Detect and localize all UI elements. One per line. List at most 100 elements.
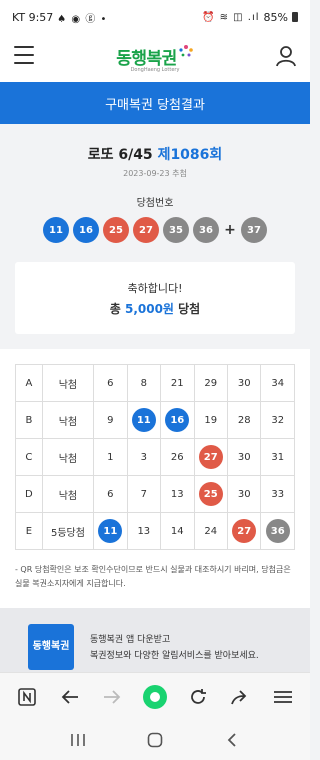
status-time: KT 9:57 <box>12 10 54 24</box>
prize-prefix: 총 <box>109 302 125 316</box>
app-header: 동행복권 DongHaeng Lottery <box>0 34 310 82</box>
draw-date: 2023-09-23 추첨 <box>123 169 187 178</box>
hamburger-menu-icon[interactable] <box>14 46 34 64</box>
matched-number: 27 <box>198 445 223 469</box>
logo[interactable]: 동행복권 DongHaeng Lottery <box>116 44 194 73</box>
app-download-banner[interactable]: 동행 복권 동행복권 앱 다운받고 복권정보와 다양한 알림서비스를 받아보세요. <box>0 608 310 672</box>
winning-numbers: 11 16 25 27 35 36 +37 <box>0 217 310 243</box>
ticket-number-cell: 34 <box>260 364 295 402</box>
share-icon[interactable] <box>224 681 256 713</box>
tickets-table: A 낙첨 6 8 21 29 30 34 B 낙첨 9 11 16 19 28 32 C 낙첨 1 3 26 27 30 31… <box>15 364 295 550</box>
ticket-number-cell: 16 <box>160 401 195 439</box>
tickets-section: A 낙첨 6 8 21 29 30 34 B 낙첨 9 11 16 19 28 32 C 낙첨 1 3 26 27 30 31… <box>0 349 310 608</box>
prize-text: 총 5,000원 당첨 <box>15 300 295 317</box>
ticket-number-cell: 29 <box>193 364 228 402</box>
matched-number: 25 <box>198 482 223 506</box>
banner-text: 동행복권 앱 다운받고 복권정보와 다양한 알림서비스를 받아보세요. <box>90 632 259 664</box>
winning-ball: 16 <box>73 217 99 243</box>
ticket-letter: B <box>15 401 43 439</box>
ticket-number-cell: 9 <box>93 401 128 439</box>
ticket-number-cell: 6 <box>93 475 128 513</box>
status-bar: KT 9:57 ♠ ◉ ⓖ • ⏰ ≋ ◫ .ıl 85% <box>0 0 310 34</box>
browser-toolbar <box>0 672 310 720</box>
page-title: 구매복권 당첨결과 <box>0 82 310 124</box>
n-icon[interactable] <box>11 681 43 713</box>
banner-line-1: 동행복권 앱 다운받고 <box>90 635 171 645</box>
matched-number: 36 <box>265 519 290 543</box>
ticket-number-cell: 36 <box>260 512 295 550</box>
logo-confetti-icon <box>179 45 193 57</box>
matched-number: 27 <box>232 519 257 543</box>
ticket-number-cell: 30 <box>226 364 262 402</box>
system-nav-bar <box>0 720 310 760</box>
matched-number: 11 <box>98 519 123 543</box>
ticket-result: 낙첨 <box>41 364 95 402</box>
app-icon-text: 복권 <box>51 641 70 652</box>
ticket-number-cell: 25 <box>193 475 228 513</box>
app-logo-icon: 동행 복권 <box>28 624 74 670</box>
ticket-letter: E <box>15 512 43 550</box>
ticket-number-cell: 30 <box>226 438 262 476</box>
logo-subtitle: DongHaeng Lottery <box>130 66 180 73</box>
bonus-ball: 37 <box>241 217 267 243</box>
ticket-number-cell: 33 <box>260 475 295 513</box>
bonus-plus: + <box>224 222 236 238</box>
logo-text: 동행복권 <box>116 48 177 69</box>
battery-icon <box>292 12 298 22</box>
forward-arrow-icon[interactable] <box>96 681 128 713</box>
app-icon-text: 동행 <box>32 641 51 652</box>
ticket-result: 5등당첨 <box>41 512 95 550</box>
prize-amount: 5,000원 <box>124 302 174 316</box>
ticket-number-cell: 8 <box>126 364 162 402</box>
ticket-number-cell: 11 <box>93 512 128 550</box>
winning-ball: 11 <box>43 217 69 243</box>
ticket-result: 낙첨 <box>41 475 95 513</box>
recent-apps-icon[interactable] <box>63 725 93 755</box>
ticket-number-cell: 11 <box>126 401 162 439</box>
user-profile-icon[interactable] <box>274 44 298 68</box>
winning-numbers-label: 당첨번호 <box>136 198 174 209</box>
ticket-result: 낙첨 <box>41 438 95 476</box>
ticket-number-cell: 31 <box>260 438 295 476</box>
ticket-number-cell: 14 <box>160 512 195 550</box>
status-right-icons: ⏰ ≋ ◫ .ıl <box>201 11 260 23</box>
prize-box: 축하합니다! 총 5,000원 당첨 <box>15 262 295 334</box>
back-arrow-icon[interactable] <box>54 681 86 713</box>
result-summary: 로또 6/45 제1086회 2023-09-23 추첨 당첨번호 11 16 25… <box>0 124 310 349</box>
winning-ball: 35 <box>163 217 189 243</box>
ticket-letter: D <box>15 475 43 513</box>
ticket-number-cell: 24 <box>193 512 228 550</box>
winning-ball: 36 <box>193 217 219 243</box>
prize-suffix: 당첨 <box>173 302 201 316</box>
ticket-number-cell: 1 <box>93 438 128 476</box>
ticket-number-cell: 26 <box>160 438 195 476</box>
matched-number: 11 <box>131 408 156 432</box>
round-title: 로또 6/45 제1086회 <box>0 144 310 164</box>
ticket-number-cell: 27 <box>226 512 262 550</box>
ticket-number-cell: 27 <box>193 438 228 476</box>
ticket-number-cell: 30 <box>226 475 262 513</box>
back-chevron-icon[interactable] <box>217 725 247 755</box>
ticket-row: C 낙첨 1 3 26 27 30 31 <box>15 438 295 476</box>
ticket-number-cell: 3 <box>126 438 162 476</box>
game-name: 로또 6/45 <box>87 147 158 163</box>
menu-icon[interactable] <box>267 681 299 713</box>
ticket-number-cell: 32 <box>260 401 295 439</box>
reload-icon[interactable] <box>182 681 214 713</box>
ticket-row: D 낙첨 6 7 13 25 30 33 <box>15 475 295 513</box>
ticket-number-cell: 13 <box>160 475 195 513</box>
ticket-number-cell: 6 <box>93 364 128 402</box>
winning-ball: 27 <box>133 217 159 243</box>
home-circle-icon[interactable] <box>140 725 170 755</box>
ticket-letter: C <box>15 438 43 476</box>
banner-line-2: 복권정보와 다양한 알림서비스를 받아보세요. <box>90 651 259 661</box>
ticket-number-cell: 13 <box>126 512 162 550</box>
home-icon[interactable] <box>139 681 171 713</box>
ticket-row: A 낙첨 6 8 21 29 30 34 <box>15 364 295 402</box>
ticket-number-cell: 19 <box>193 401 228 439</box>
ticket-number-cell: 21 <box>160 364 195 402</box>
matched-number: 16 <box>165 408 190 432</box>
ticket-number-cell: 7 <box>126 475 162 513</box>
ticket-result: 낙첨 <box>41 401 95 439</box>
ticket-letter: A <box>15 364 43 402</box>
